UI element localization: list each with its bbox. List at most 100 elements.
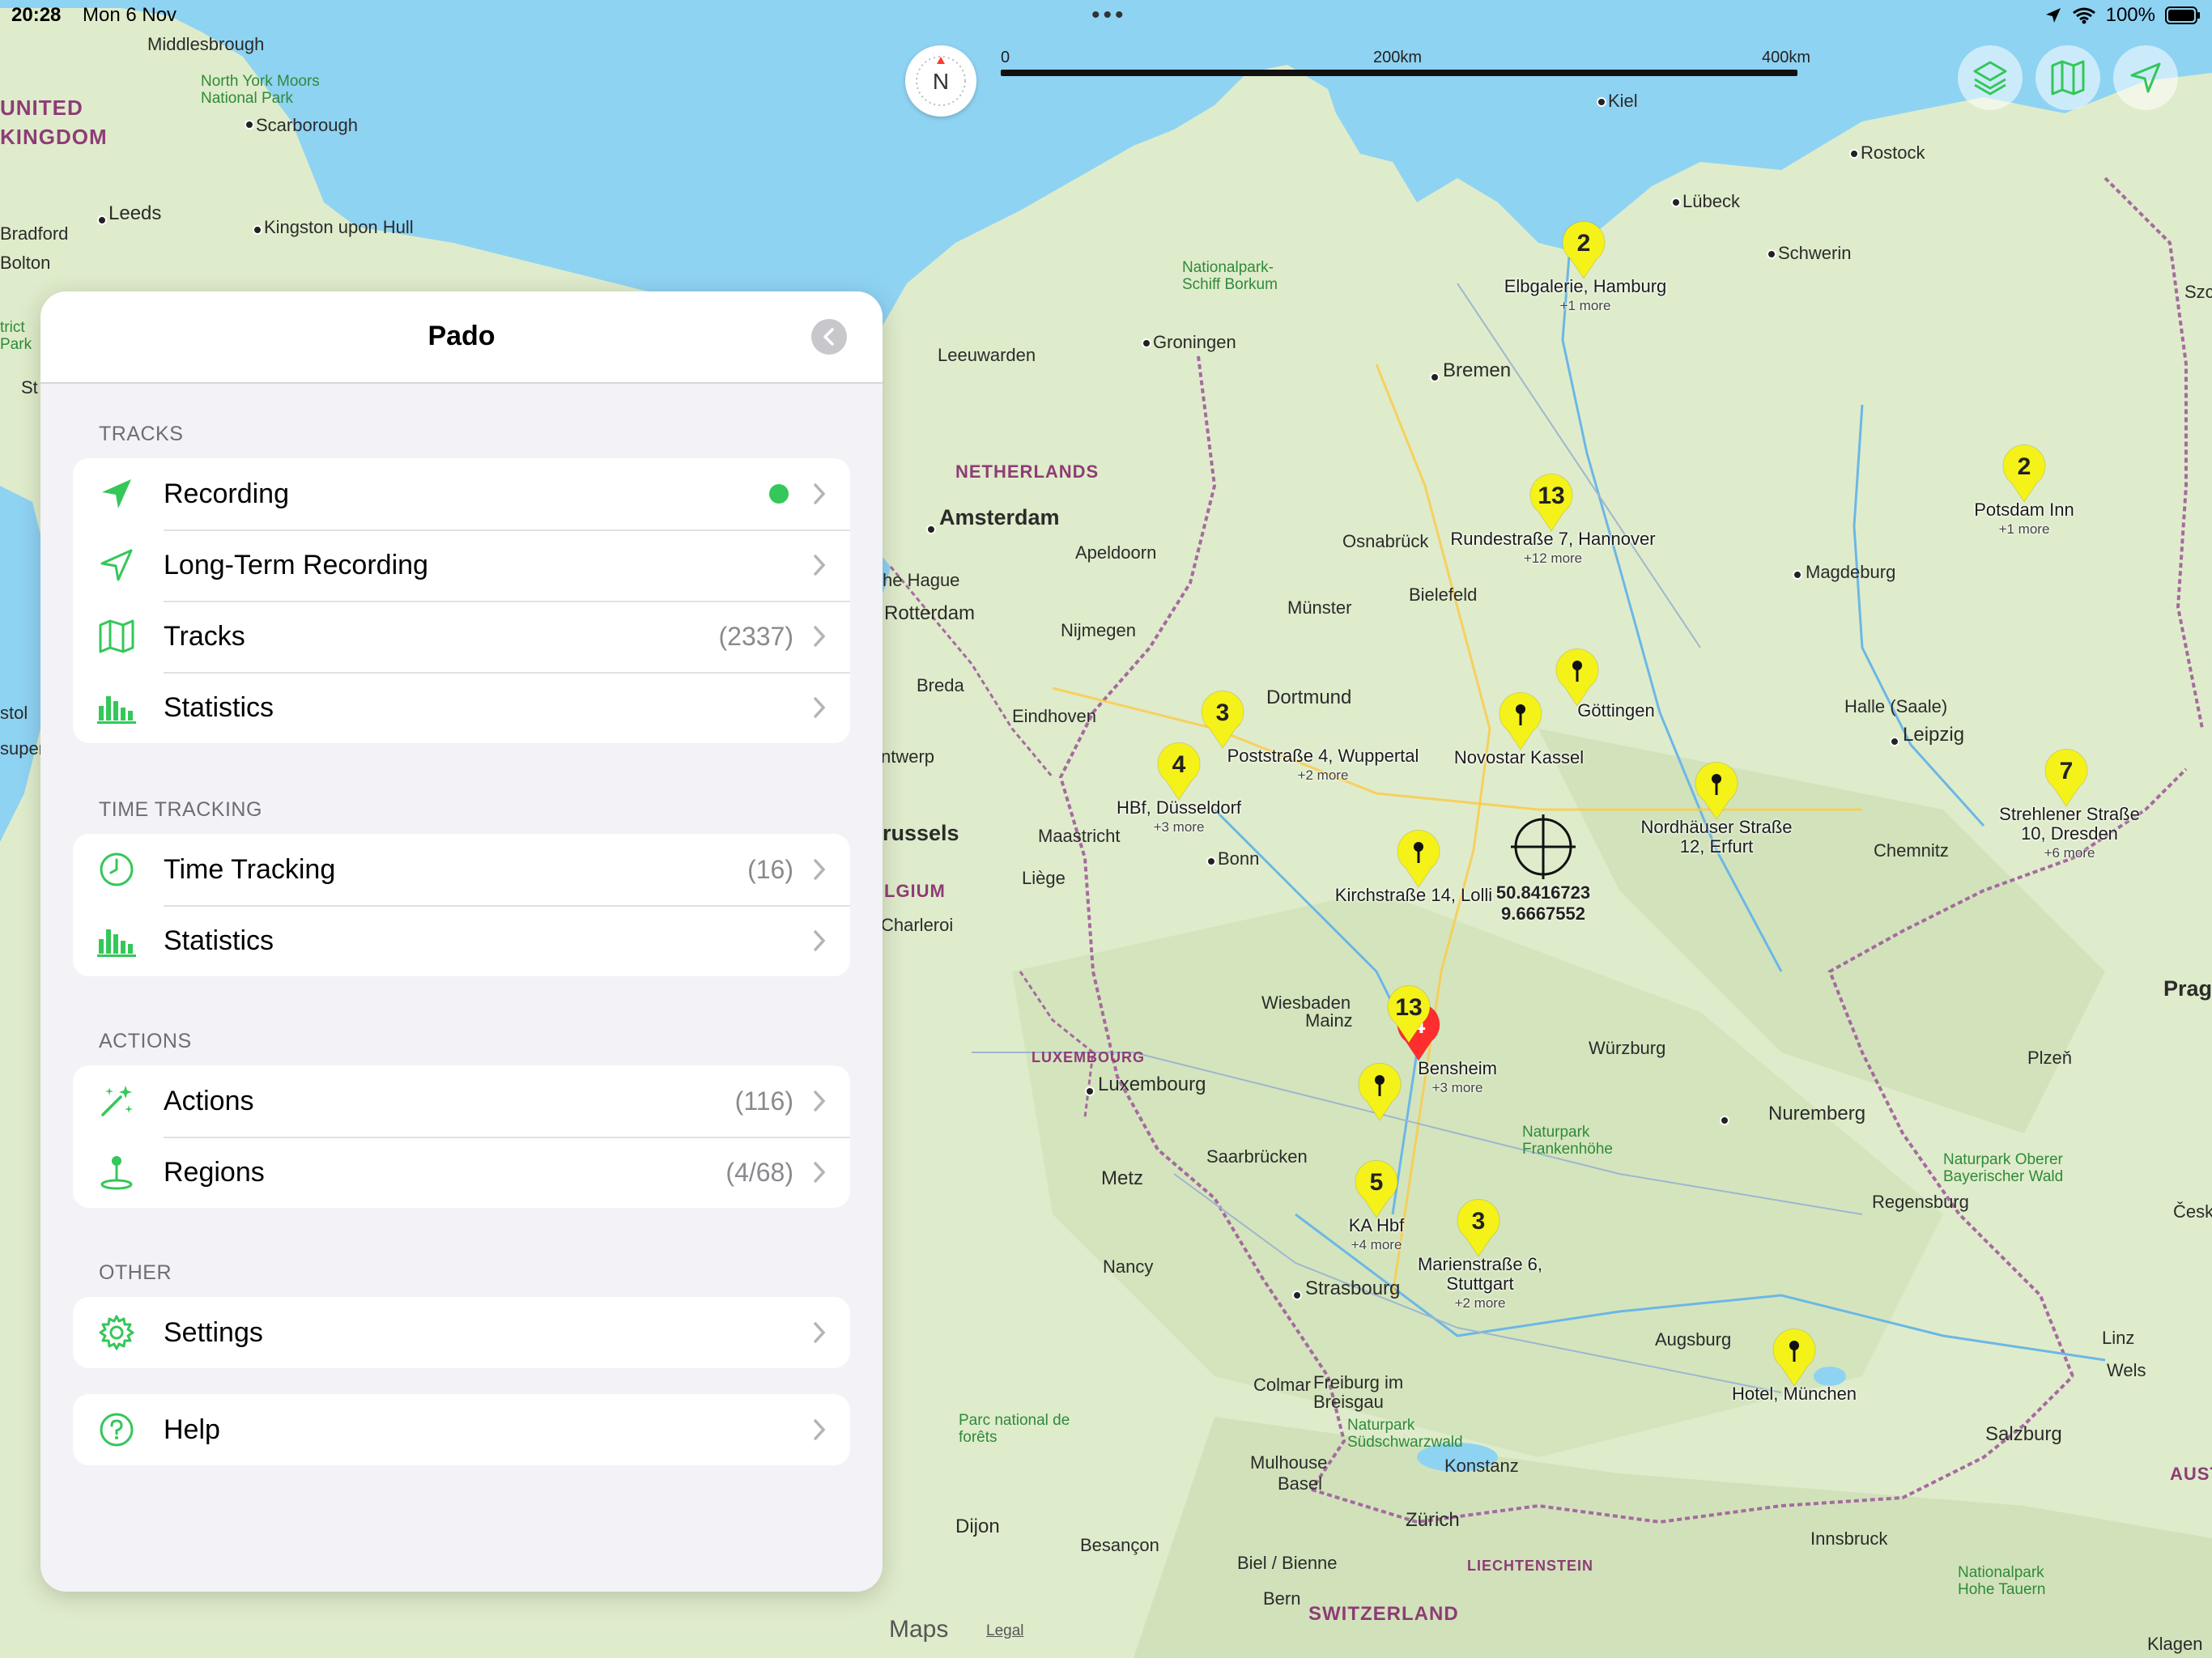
pin-count: 13 <box>1538 483 1564 509</box>
city-label: Besançon <box>1080 1535 1159 1555</box>
pin-title: Poststraße 4, Wuppertal <box>1227 746 1419 766</box>
menu-item-long-term-recording[interactable]: Long-Term Recording <box>73 529 850 601</box>
map-pin-label: Nordhäuser Straße 12, Erfurt <box>1595 818 1838 857</box>
menu-item-label: Tracks <box>164 620 245 652</box>
menu-item-recording[interactable]: Recording <box>73 458 850 529</box>
map-pin-icon <box>1499 692 1542 750</box>
map-pin-label: Elbgalerie, Hamburg +1 more <box>1464 277 1707 316</box>
compass-icon: N <box>916 56 966 106</box>
map-pin-icon: 13 <box>1529 474 1573 532</box>
map-pin[interactable] <box>1496 690 1545 755</box>
chevron-right-icon <box>814 1322 826 1343</box>
maps-logo-text: Maps <box>889 1616 949 1643</box>
map-pin[interactable] <box>1692 759 1741 825</box>
map-pin[interactable] <box>1394 827 1443 893</box>
locate-me-button[interactable] <box>2113 45 2178 110</box>
city-label: Basel <box>1278 1473 1323 1494</box>
map-pin[interactable]: 2 <box>1559 219 1608 284</box>
city-label: russels <box>883 821 959 845</box>
city-label: Mainz <box>1305 1010 1353 1031</box>
battery-percent: 100% <box>2105 4 2155 26</box>
city-label: Rostock <box>1861 142 1925 163</box>
map-pin[interactable] <box>1770 1326 1819 1392</box>
city-label: Leipzig <box>1903 724 1965 746</box>
panel-header: Pado <box>40 291 883 384</box>
legal-link[interactable]: Legal <box>986 1622 1024 1640</box>
pin-count: 2 <box>1577 230 1591 257</box>
city-label: Halle (Saale) <box>1844 696 1948 716</box>
map-pin[interactable]: 3 <box>1454 1197 1503 1262</box>
map-icon <box>97 617 136 656</box>
chevron-right-icon <box>814 555 826 576</box>
menu-item-label: Statistics <box>164 925 274 956</box>
pin-title: Elbgalerie, Hamburg <box>1504 276 1667 296</box>
city-label: Biel / Bienne <box>1237 1553 1338 1573</box>
actions-count: (116) <box>734 1086 793 1116</box>
map-pin-label: HBf, Düsseldorf +3 more <box>1057 798 1300 837</box>
map-pin[interactable] <box>1355 1061 1404 1126</box>
city-label: Kiel <box>1608 91 1638 111</box>
menu-item-actions[interactable]: Actions (116) <box>73 1065 850 1137</box>
city-label: Colmar <box>1253 1375 1311 1395</box>
gear-icon <box>97 1313 136 1352</box>
city-label: Leeds <box>108 202 162 224</box>
pin-title: HBf, Düsseldorf <box>1116 797 1242 818</box>
map-pin-icon: 2 <box>2002 444 2046 503</box>
region-pin-icon <box>97 1153 136 1192</box>
map-pin[interactable]: 13 <box>1385 983 1433 1048</box>
layers-button[interactable] <box>1958 45 2023 110</box>
city-label: stol <box>0 703 28 723</box>
city-label: super <box>0 738 45 759</box>
location-services-icon <box>2045 8 2061 23</box>
compass-button[interactable]: N <box>905 45 976 117</box>
map-pin[interactable]: 2 <box>2000 442 2048 508</box>
collapse-panel-button[interactable] <box>811 319 847 355</box>
city-label: Liège <box>1022 868 1066 888</box>
menu-item-label: Regions <box>164 1156 265 1188</box>
menu-item-help[interactable]: Help <box>73 1394 850 1465</box>
city-label: Salzburg <box>1985 1423 2062 1445</box>
country-label: NETHERLANDS <box>955 461 1100 482</box>
menu-item-tracks[interactable]: Tracks (2337) <box>73 601 850 672</box>
tracks-count: (2337) <box>718 621 794 651</box>
park-label: Nationalpark Hohe Tauern <box>1958 1564 2046 1598</box>
city-label: Klagen <box>2147 1634 2203 1654</box>
menu-item-time-statistics[interactable]: Statistics <box>73 905 850 976</box>
city-label: Rotterdam <box>884 602 976 624</box>
chevron-right-icon <box>814 1090 826 1112</box>
multitasking-dots[interactable]: ••• <box>1091 2 1127 29</box>
map-type-button[interactable] <box>2035 45 2100 110</box>
pin-count: 4 <box>1172 751 1186 778</box>
menu-item-label: Long-Term Recording <box>164 549 428 580</box>
map-pin[interactable]: 13 <box>1527 471 1576 537</box>
map-pin[interactable]: 4 <box>1155 740 1203 806</box>
city-label: Regensburg <box>1872 1192 1969 1212</box>
clock-icon <box>97 850 136 889</box>
country-label: LGIUM <box>884 881 946 901</box>
map-pin-icon: 13 <box>1387 985 1431 1044</box>
city-label: Scarborough <box>256 115 358 135</box>
city-label: Middlesbrough <box>147 34 265 54</box>
pin-count: 3 <box>1216 699 1230 726</box>
city-label: St <box>21 377 38 397</box>
city-label: Dortmund <box>1266 687 1352 708</box>
chevron-right-icon <box>814 859 826 880</box>
map-pin-icon <box>1397 830 1440 888</box>
park-label: Parc national de forêts <box>959 1412 1070 1446</box>
city-label: Bonn <box>1218 848 1260 869</box>
map-pin[interactable]: 5 <box>1352 1158 1401 1223</box>
recording-active-indicator <box>769 484 789 504</box>
city-label: Eindhoven <box>1012 706 1096 726</box>
compass-letter: N <box>933 69 949 94</box>
menu-item-regions[interactable]: Regions (4/68) <box>73 1137 850 1208</box>
map-pin-icon: 5 <box>1355 1160 1398 1218</box>
map-pin[interactable]: 3 <box>1198 688 1247 754</box>
pin-count: 13 <box>1395 994 1422 1021</box>
city-label: Zürich <box>1406 1509 1460 1531</box>
map-pin[interactable]: 7 <box>2042 746 2091 812</box>
menu-item-track-statistics[interactable]: Statistics <box>73 672 850 743</box>
menu-item-time-tracking[interactable]: Time Tracking (16) <box>73 834 850 905</box>
menu-item-settings[interactable]: Settings <box>73 1297 850 1368</box>
menu-item-label: Statistics <box>164 691 274 723</box>
help-group: Help <box>73 1394 850 1465</box>
